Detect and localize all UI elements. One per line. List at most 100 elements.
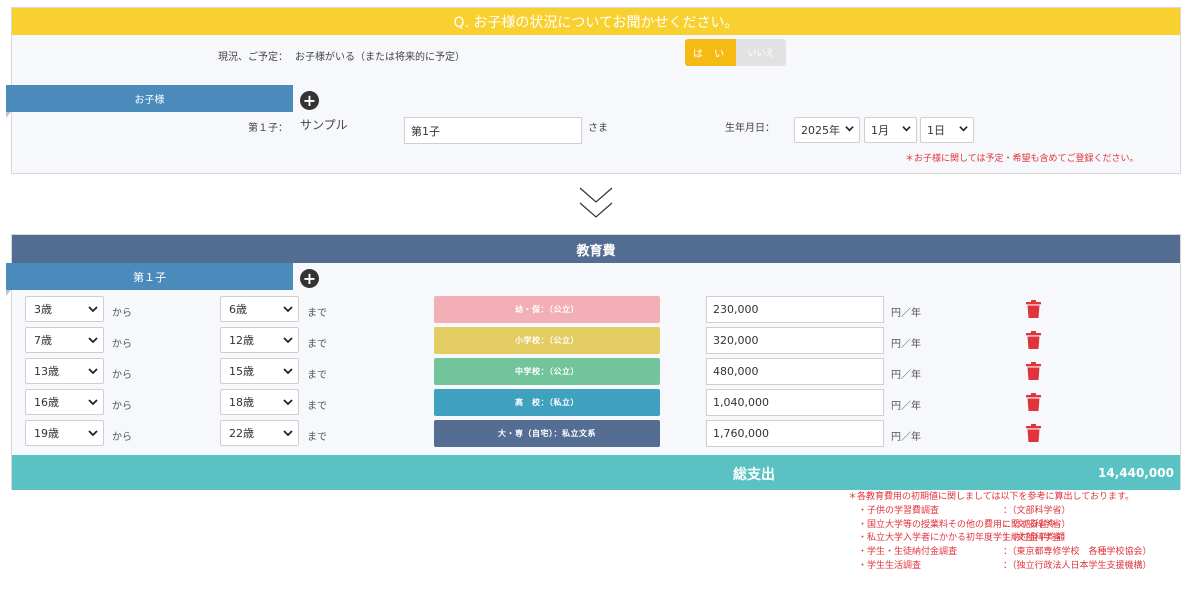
reference-item: ・学生生活調査 ：（独立行政法人日本学生支援機構）: [848, 560, 1163, 574]
birth-day-value: 1日: [927, 124, 945, 137]
from-word: から: [112, 339, 132, 350]
reference-name: ・学生・生徒納付金調査: [858, 547, 958, 558]
from-age-value: 13歳: [34, 365, 59, 378]
no-button[interactable]: いいえ: [736, 39, 786, 66]
child-note: ＊お子様に関しては予定・希望も含めてご登録ください。: [905, 154, 1139, 164]
from-age-select[interactable]: 3歳: [25, 296, 104, 322]
birth-day-select[interactable]: 1日: [920, 117, 974, 143]
yes-button[interactable]: は い: [685, 39, 736, 66]
references-intro: ＊各教育費用の初期値に関しましては以下を参考に算出しております。: [848, 492, 1135, 502]
annual-amount-input[interactable]: 1,760,000: [706, 420, 884, 447]
trash-icon[interactable]: [1026, 424, 1041, 442]
school-category-button[interactable]: 小学校：（公立）: [434, 327, 660, 354]
trash-icon[interactable]: [1026, 393, 1041, 411]
birth-month-select[interactable]: 1月: [864, 117, 917, 143]
annual-amount-input[interactable]: 1,040,000: [706, 389, 884, 416]
yes-no-toggle: は い いいえ: [685, 39, 786, 66]
to-age-select[interactable]: 18歳: [220, 389, 299, 415]
from-age-value: 7歳: [34, 334, 52, 347]
to-age-select[interactable]: 6歳: [220, 296, 299, 322]
to-word: まで: [307, 308, 327, 319]
amount-unit: 円／年: [891, 401, 921, 412]
reference-source: ：（文部科学省）: [1003, 505, 1071, 516]
to-age-select[interactable]: 22歳: [220, 420, 299, 446]
chevron-down-icon: [959, 126, 968, 132]
to-word: まで: [307, 401, 327, 412]
chevron-down-icon: [283, 430, 293, 437]
to-age-select[interactable]: 12歳: [220, 327, 299, 353]
birth-month-value: 1月: [871, 124, 889, 137]
school-category-button[interactable]: 幼・保：（公立）: [434, 296, 660, 323]
reference-source: ：（文部科学省）: [1003, 533, 1071, 544]
reference-item: ・私立大学入学者にかかる初年度学生納付金平均額 ：（文部科学省）: [848, 532, 1163, 546]
amount-unit: 円／年: [891, 432, 921, 443]
chevron-down-icon: [88, 337, 98, 344]
status-label: 現況、ご予定：: [218, 52, 288, 63]
from-word: から: [112, 370, 132, 381]
reference-source: ：（文部科学省）: [1003, 519, 1071, 530]
annual-amount-input[interactable]: 320,000: [706, 327, 884, 354]
reference-name: ・国立大学等の授業料その他の費用に関する省令: [858, 519, 1057, 530]
plus-circle-icon[interactable]: +: [300, 91, 319, 110]
birth-year-select[interactable]: 2025年: [794, 117, 860, 143]
school-category-button[interactable]: 中学校：（公立）: [434, 358, 660, 385]
child-name-input[interactable]: 第1子: [404, 117, 582, 144]
annual-amount-input[interactable]: 480,000: [706, 358, 884, 385]
trash-icon[interactable]: [1026, 331, 1041, 349]
from-word: から: [112, 432, 132, 443]
birth-year-value: 2025年: [801, 124, 840, 137]
child-1-label: 第１子：: [248, 123, 288, 134]
school-category-button[interactable]: 高 校：（私立）: [434, 389, 660, 416]
status-text: お子様がいる（または将来的に予定）: [295, 52, 465, 63]
references: ＊各教育費用の初期値に関しましては以下を参考に算出しております。 ・子供の学習費…: [848, 491, 1163, 574]
double-chevron-down-icon: [579, 187, 613, 218]
from-word: から: [112, 308, 132, 319]
reference-name: ・学生生活調査: [858, 560, 922, 571]
total-value: 14,440,000: [1098, 466, 1174, 480]
question-title: Q. お子様の状況についてお聞かせください。: [12, 8, 1180, 35]
chevron-down-icon: [283, 399, 293, 406]
chevron-down-icon: [845, 126, 854, 132]
to-age-value: 12歳: [229, 334, 254, 347]
to-age-value: 18歳: [229, 396, 254, 409]
chevron-down-icon: [88, 306, 98, 313]
trash-icon[interactable]: [1026, 362, 1041, 380]
reference-item: ・国立大学等の授業料その他の費用に関する省令 ：（文部科学省）: [848, 519, 1163, 533]
amount-unit: 円／年: [891, 339, 921, 350]
to-age-select[interactable]: 15歳: [220, 358, 299, 384]
tab-children[interactable]: お子様: [6, 85, 293, 118]
from-age-value: 19歳: [34, 427, 59, 440]
to-word: まで: [307, 339, 327, 350]
plus-circle-icon[interactable]: +: [300, 269, 319, 288]
from-word: から: [112, 401, 132, 412]
chevron-down-icon: [283, 306, 293, 313]
chevron-down-icon: [902, 126, 911, 132]
annual-amount-input[interactable]: 230,000: [706, 296, 884, 323]
birthdate-label: 生年月日：: [725, 123, 775, 134]
chevron-down-icon: [88, 430, 98, 437]
total-label: 総支出: [733, 467, 775, 483]
from-age-value: 16歳: [34, 396, 59, 409]
reference-source: ：（東京都専修学校 各種学校協会）: [1003, 547, 1152, 558]
to-age-value: 22歳: [229, 427, 254, 440]
reference-name: ・私立大学入学者にかかる初年度学生納付金平均額: [858, 533, 1066, 544]
tab-first-child[interactable]: 第１子: [6, 263, 293, 296]
chevron-down-icon: [283, 368, 293, 375]
reference-name: ・子供の学習費調査: [858, 505, 940, 516]
school-category-button[interactable]: 大・専（自宅）：私立文系: [434, 420, 660, 447]
references-list: ・子供の学習費調査 ：（文部科学省） ・国立大学等の授業料その他の費用に関する省令：…: [848, 505, 1163, 574]
from-age-select[interactable]: 13歳: [25, 358, 104, 384]
to-word: まで: [307, 432, 327, 443]
from-age-select[interactable]: 16歳: [25, 389, 104, 415]
chevron-down-icon: [88, 368, 98, 375]
amount-unit: 円／年: [891, 308, 921, 319]
reference-item: ・子供の学習費調査 ：（文部科学省）: [848, 505, 1163, 519]
from-age-select[interactable]: 19歳: [25, 420, 104, 446]
amount-unit: 円／年: [891, 370, 921, 381]
trash-icon[interactable]: [1026, 300, 1041, 318]
chevron-down-icon: [283, 337, 293, 344]
education-title: 教育費: [12, 235, 1180, 263]
honorific-suffix: さま: [588, 123, 608, 134]
reference-item: ・学生・生徒納付金調査 ：（東京都専修学校 各種学校協会）: [848, 546, 1163, 560]
from-age-select[interactable]: 7歳: [25, 327, 104, 353]
